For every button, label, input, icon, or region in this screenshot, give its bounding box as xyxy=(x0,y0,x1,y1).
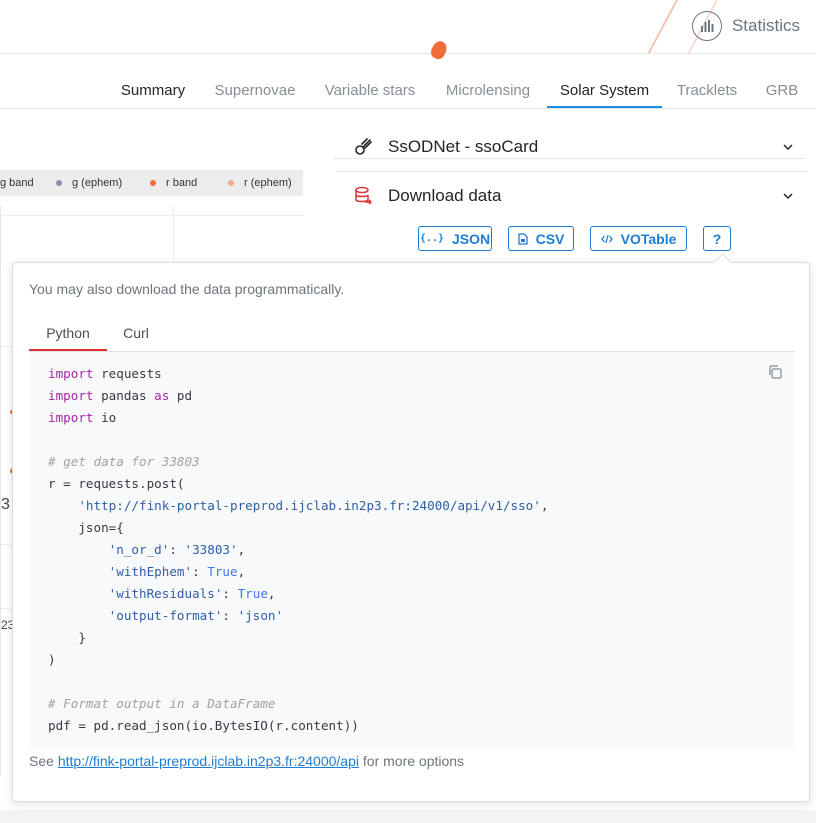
tab-solar-system[interactable]: Solar System xyxy=(547,72,662,108)
chevron-down-icon xyxy=(780,188,796,204)
bar-chart-icon xyxy=(691,11,722,41)
axis-tick-label: 3 xyxy=(1,496,10,513)
legend-label: g (ephem) xyxy=(72,177,123,189)
chevron-down-icon xyxy=(780,139,796,155)
download-help-button[interactable]: ? xyxy=(703,226,731,251)
legend-label: g band xyxy=(0,177,34,189)
database-export-icon xyxy=(354,186,374,206)
tab-summary[interactable]: Summary xyxy=(112,72,194,107)
statistics-link[interactable]: Statistics xyxy=(691,9,800,43)
app-header: Statistics xyxy=(0,0,816,54)
legend-marker xyxy=(56,180,62,186)
statistics-label: Statistics xyxy=(731,16,800,35)
tab-python[interactable]: Python xyxy=(29,317,107,351)
footer-prefix: See xyxy=(29,753,58,769)
help-icon: ? xyxy=(712,230,722,247)
popover-intro: You may also download the data programma… xyxy=(29,281,345,297)
result-tabs: Summary Supernovae Variable stars Microl… xyxy=(0,72,816,109)
tab-grb[interactable]: GRB xyxy=(758,72,806,107)
download-votable-button[interactable]: VOTable xyxy=(590,226,687,251)
code-block: import requests import pandas as pd impo… xyxy=(29,352,795,750)
legend-label: r (ephem) xyxy=(244,177,292,189)
tab-tracklets[interactable]: Tracklets xyxy=(668,72,746,107)
page-background xyxy=(0,810,816,823)
popover-arrow xyxy=(713,253,732,272)
legend-item[interactable]: r (ephem) xyxy=(228,177,292,189)
ssodnet-title: SsODNet - ssoCard xyxy=(388,137,539,156)
braces-icon: {..} xyxy=(419,233,444,244)
tab-supernovae[interactable]: Supernovae xyxy=(206,72,304,107)
copy-icon[interactable] xyxy=(767,364,783,380)
file-icon xyxy=(517,232,528,245)
tab-variable-stars[interactable]: Variable stars xyxy=(316,72,424,107)
download-csv-label: CSV xyxy=(535,230,565,247)
legend-label: r band xyxy=(166,177,198,189)
download-title: Download data xyxy=(388,186,502,205)
main-content: Summary Supernovae Variable stars Microl… xyxy=(0,54,816,823)
download-json-label: JSON xyxy=(451,230,491,247)
meteor-icon xyxy=(354,137,374,157)
ssodnet-accordion-header[interactable]: SsODNet - ssoCard xyxy=(336,123,806,171)
legend-item[interactable]: g band xyxy=(0,177,34,189)
api-docs-link[interactable]: http://fink-portal-preprod.ijclab.in2p3.… xyxy=(58,753,359,769)
grid-line xyxy=(1,215,304,216)
download-json-button[interactable]: {..} JSON xyxy=(418,226,492,251)
legend-item[interactable]: g (ephem) xyxy=(56,177,122,189)
popover-footer: See http://fink-portal-preprod.ijclab.in… xyxy=(29,753,464,769)
decorative-streak xyxy=(631,0,691,53)
python-code: import requests import pandas as pd impo… xyxy=(48,366,549,733)
download-csv-button[interactable]: CSV xyxy=(508,226,574,251)
tab-microlensing[interactable]: Microlensing xyxy=(437,72,539,107)
code-icon xyxy=(600,234,613,243)
legend-marker xyxy=(228,180,234,186)
footer-suffix: for more options xyxy=(359,753,465,769)
code-language-tabs: Python Curl xyxy=(29,317,795,352)
download-votable-label: VOTable xyxy=(620,230,677,247)
plot-legend: g band g (ephem) r band r (ephem) xyxy=(0,170,303,196)
tab-curl[interactable]: Curl xyxy=(107,317,165,350)
api-help-popover: You may also download the data programma… xyxy=(12,253,810,802)
download-accordion-header[interactable]: Download data xyxy=(336,172,806,220)
legend-marker xyxy=(150,180,156,186)
legend-item[interactable]: r band xyxy=(150,177,197,189)
